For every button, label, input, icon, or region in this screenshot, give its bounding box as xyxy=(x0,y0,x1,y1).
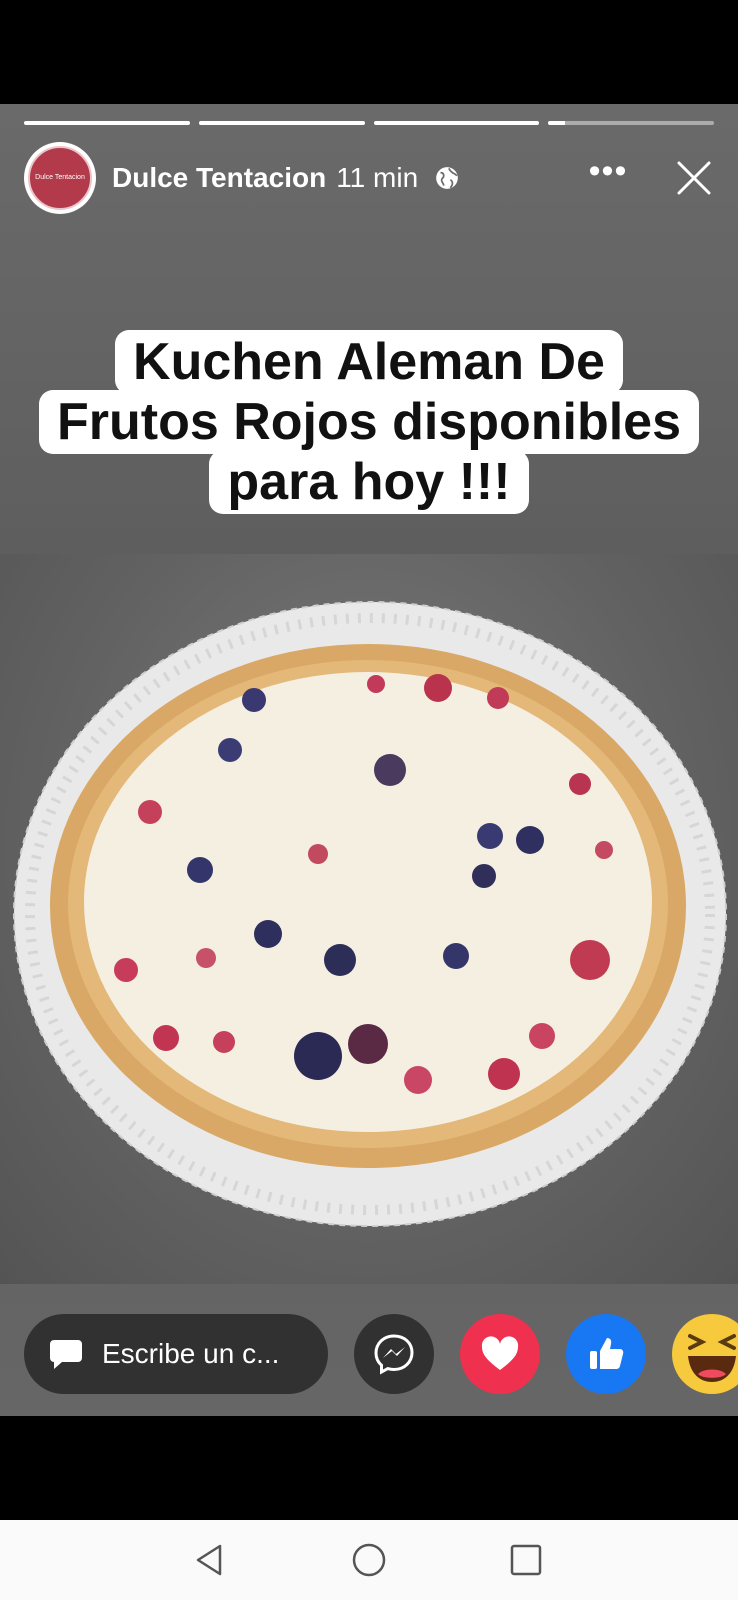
progress-fill xyxy=(198,121,365,125)
comment-icon xyxy=(50,1340,82,1369)
story-photo xyxy=(0,554,738,1284)
system-nav-bar xyxy=(0,1520,738,1600)
close-icon[interactable] xyxy=(674,158,714,198)
caption-line: Kuchen Aleman De xyxy=(115,330,623,394)
globe-icon xyxy=(436,167,458,189)
messenger-button[interactable] xyxy=(354,1314,434,1394)
progress-fill xyxy=(548,121,565,125)
author-name[interactable]: Dulce Tentacion xyxy=(112,162,326,194)
status-bar xyxy=(0,0,738,104)
like-reaction-button[interactable] xyxy=(566,1314,646,1394)
progress-segment xyxy=(198,121,365,125)
post-time: 11 min xyxy=(336,162,419,193)
kuchen-image xyxy=(13,601,727,1227)
comment-input[interactable]: Escribe un c... xyxy=(24,1314,328,1394)
back-icon[interactable] xyxy=(190,1540,230,1580)
caption-line: Frutos Rojos disponibles xyxy=(38,390,700,454)
story-progress xyxy=(24,121,714,125)
home-icon[interactable] xyxy=(349,1540,389,1580)
love-reaction-button[interactable] xyxy=(460,1314,540,1394)
story-caption: Kuchen Aleman De Frutos Rojos disponible… xyxy=(0,330,738,514)
avatar-logo-text: Dulce Tentacion xyxy=(35,174,85,181)
avatar[interactable]: Dulce Tentacion xyxy=(24,142,96,214)
progress-segment xyxy=(373,121,540,125)
comment-placeholder: Escribe un c... xyxy=(102,1338,280,1369)
progress-fill xyxy=(373,121,540,125)
reply-bar: Escribe un c... xyxy=(0,1284,738,1416)
messenger-icon xyxy=(374,1334,414,1375)
progress-segment xyxy=(548,121,714,125)
like-icon xyxy=(590,1338,624,1369)
haha-reaction-button[interactable] xyxy=(672,1314,738,1394)
avatar-logo: Dulce Tentacion xyxy=(28,146,92,210)
progress-fill xyxy=(24,121,190,125)
more-icon[interactable]: ••• xyxy=(586,154,630,195)
story-viewer[interactable]: Dulce Tentacion Dulce Tentacion 11 min •… xyxy=(0,104,738,1416)
caption-line: para hoy !!! xyxy=(209,450,529,514)
recents-icon[interactable] xyxy=(506,1540,546,1580)
story-header: Dulce Tentacion Dulce Tentacion 11 min •… xyxy=(24,142,714,214)
progress-segment xyxy=(24,121,190,125)
love-icon xyxy=(481,1336,519,1370)
haha-icon xyxy=(688,1334,736,1382)
